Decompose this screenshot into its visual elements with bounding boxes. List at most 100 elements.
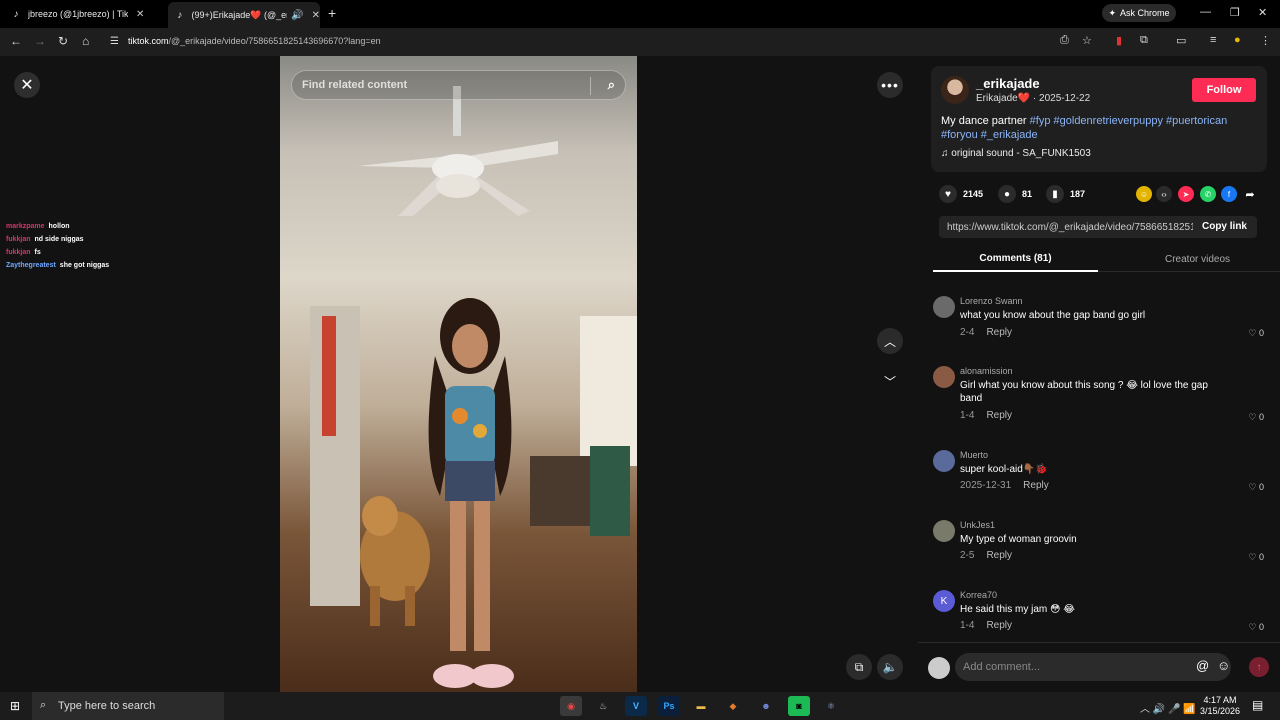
commenter-avatar[interactable]: K	[933, 590, 955, 612]
search-icon[interactable]: ⌕	[608, 77, 615, 93]
reload-icon[interactable]: ↻	[58, 34, 68, 48]
tab-creator-videos[interactable]: Creator videos	[1115, 246, 1280, 272]
commenter-avatar[interactable]	[933, 450, 955, 472]
clock[interactable]: 4:17 AM 3/15/2026	[1200, 695, 1240, 717]
app-icon[interactable]: ◆	[722, 696, 744, 716]
discord-app-icon[interactable]: ☻	[755, 696, 777, 716]
cast-icon[interactable]: ▭	[1176, 34, 1186, 47]
v-app-icon[interactable]: V	[625, 696, 647, 716]
like-button[interactable]: ♥ 2145	[939, 185, 983, 203]
reply-button[interactable]: Reply	[986, 550, 1012, 561]
close-video-button[interactable]: ✕	[14, 72, 40, 98]
send-icon[interactable]: ➤	[1178, 186, 1194, 202]
more-options-button[interactable]: •••	[877, 72, 903, 98]
embed-icon[interactable]: ‹›	[1156, 186, 1172, 202]
tab-erikajade[interactable]: ♪ (99+)Erikajade❤️ (@_erikajade) 🔊 ✕	[168, 2, 320, 28]
commenter-name[interactable]: Lorenzo Swann	[960, 296, 1023, 306]
music-link[interactable]: ♫ original sound - SA_FUNK1503	[941, 148, 1091, 159]
arrow-up-icon: ↑	[1256, 661, 1262, 673]
url-path: /@_erikajade/video/7586651825143696670?l…	[168, 36, 381, 46]
file-explorer-icon[interactable]: ▬	[690, 696, 712, 716]
pip-icon: ⧉	[854, 659, 864, 674]
tab-comments[interactable]: Comments (81)	[933, 246, 1098, 272]
next-video-button[interactable]: ﹀	[877, 368, 903, 394]
home-icon[interactable]: ⌂	[82, 34, 89, 48]
hashtag-link[interactable]: #puertorican	[1166, 115, 1227, 127]
new-tab-button[interactable]: +	[328, 5, 336, 21]
hashtag-link[interactable]: #_erikajade	[981, 129, 1038, 141]
chrome-app-icon[interactable]: ◉	[560, 696, 582, 716]
tab-jbreezo[interactable]: ♪ jbreezo (@1jbreezo) | TikTok ✕	[10, 4, 160, 24]
ask-chrome-button[interactable]: ✦ Ask Chrome	[1102, 4, 1176, 22]
picture-in-picture-button[interactable]: ⧉	[846, 654, 872, 680]
creator-avatar[interactable]	[941, 76, 969, 104]
video-player[interactable]: Find related content ⌕	[280, 56, 637, 692]
follow-button[interactable]: Follow	[1192, 78, 1256, 102]
restore-icon[interactable]: ❐	[1230, 6, 1240, 19]
install-app-icon[interactable]: ⎙	[1060, 34, 1069, 47]
commenter-name[interactable]: Korrea70	[960, 590, 997, 600]
commenter-avatar[interactable]	[933, 296, 955, 318]
find-related-search[interactable]: Find related content ⌕	[291, 70, 626, 100]
windows-start-icon[interactable]: ⊞	[10, 699, 20, 713]
system-tray[interactable]: ︿ 🔊 🎤 📶	[1140, 700, 1196, 715]
whatsapp-icon[interactable]: ✆	[1200, 186, 1216, 202]
hashtag-link[interactable]: #fyp	[1030, 115, 1051, 127]
facebook-icon[interactable]: f	[1221, 186, 1237, 202]
speaker-icon[interactable]: 🔊	[291, 10, 303, 21]
friends-share-icon[interactable]: ☺	[1136, 186, 1152, 202]
photoshop-app-icon[interactable]: Ps	[658, 696, 680, 716]
creator-username[interactable]: _erikajade	[976, 76, 1040, 91]
reading-list-icon[interactable]: ≡	[1210, 34, 1216, 46]
comment-like-button[interactable]: ♡ 0	[1248, 552, 1264, 563]
copy-link-button[interactable]: Copy link	[1202, 221, 1247, 232]
post-info-card: _erikajade Erikajade❤️ · 2025-12-22 Foll…	[931, 66, 1267, 172]
comment-like-button[interactable]: ♡ 0	[1248, 622, 1264, 633]
sparkle-icon: ✦	[1108, 7, 1117, 18]
caption-text: My dance partner	[941, 115, 1030, 127]
extensions-puzzle-icon[interactable]: ⧉	[1140, 34, 1148, 47]
comment-like-button[interactable]: ♡ 0	[1248, 482, 1264, 493]
notification-icon[interactable]: ▤	[1252, 698, 1263, 712]
share-arrow-icon[interactable]: ➦	[1242, 186, 1258, 202]
comment-like-button[interactable]: ♡ 0	[1248, 328, 1264, 339]
back-icon[interactable]: ←	[10, 34, 22, 48]
close-window-icon[interactable]: ✕	[1258, 6, 1267, 19]
minimize-icon[interactable]: —	[1200, 6, 1211, 18]
commenter-avatar[interactable]	[933, 520, 955, 542]
forward-icon[interactable]: →	[34, 34, 46, 48]
previous-video-button[interactable]: ︿	[877, 328, 903, 354]
hashtag-link[interactable]: #goldenretrieverpuppy	[1054, 115, 1163, 127]
post-comment-button[interactable]: ↑	[1249, 657, 1269, 677]
profile-avatar-icon[interactable]: ●	[1234, 34, 1241, 46]
mention-icon[interactable]: @	[1196, 658, 1209, 673]
close-tab-icon[interactable]: ✕	[136, 9, 144, 20]
bookmark-star-icon[interactable]: ☆	[1082, 34, 1092, 47]
comment-meta: 2025-12-31 Reply	[960, 480, 1049, 491]
comment-like-button[interactable]: ♡ 0	[1248, 412, 1264, 423]
url-field[interactable]: tiktok.com/@_erikajade/video/75866518251…	[128, 36, 381, 46]
menu-kebab-icon[interactable]: ⋮	[1260, 34, 1271, 47]
comment-input[interactable]: Add comment...	[955, 653, 1231, 681]
commenter-avatar[interactable]	[933, 366, 955, 388]
save-button[interactable]: ▮ 187	[1046, 185, 1085, 203]
like-count: 2145	[963, 189, 984, 199]
site-info-icon[interactable]: ☰	[110, 36, 119, 47]
emoji-icon[interactable]: ☺	[1217, 658, 1230, 673]
reply-button[interactable]: Reply	[986, 620, 1012, 631]
reply-button[interactable]: Reply	[986, 410, 1012, 421]
hashtag-link[interactable]: #foryou	[941, 129, 978, 141]
react-app-icon[interactable]: ⚛	[820, 696, 842, 716]
commenter-name[interactable]: UnkJes1	[960, 520, 995, 530]
steam-app-icon[interactable]: ♨	[592, 696, 614, 716]
reply-button[interactable]: Reply	[986, 327, 1012, 338]
volume-button[interactable]: 🔈	[877, 654, 903, 680]
close-tab-icon[interactable]: ✕	[312, 10, 320, 21]
taskbar-search[interactable]: ⌕ Type here to search	[32, 692, 224, 720]
app-icon[interactable]: ◙	[788, 696, 810, 716]
extension-icon[interactable]: ▮	[1116, 34, 1122, 47]
commenter-name[interactable]: alonamission	[960, 366, 1013, 376]
comment-button[interactable]: ● 81	[998, 185, 1032, 203]
reply-button[interactable]: Reply	[1023, 480, 1049, 491]
commenter-name[interactable]: Muerto	[960, 450, 988, 460]
